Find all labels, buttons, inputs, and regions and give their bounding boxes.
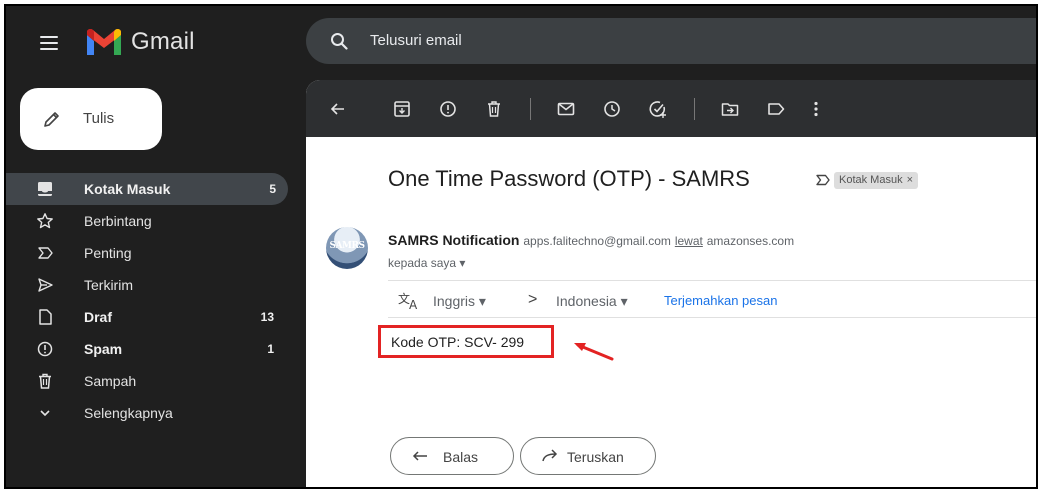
star-icon (37, 213, 53, 229)
inbox-icon (38, 182, 52, 196)
spam-count: 1 (267, 342, 274, 356)
important-marker-icon[interactable] (815, 172, 831, 188)
sidebar-item-label: Berbintang (84, 213, 152, 229)
search-icon[interactable] (330, 32, 348, 50)
divider (388, 280, 1036, 281)
toolbar-divider (694, 98, 695, 120)
sender-domain: amazonses.com (706, 234, 795, 248)
app-header: Gmail (6, 6, 306, 80)
compose-button[interactable]: Tulis (20, 88, 162, 150)
translate-bar: 文 A Inggris ▾ > Indonesia ▾ Terjemahkan … (396, 290, 1036, 314)
snooze-icon[interactable] (602, 99, 622, 119)
sidebar-item-label: Penting (84, 245, 132, 261)
trash-icon (39, 373, 51, 389)
svg-text:A: A (409, 298, 418, 311)
recipient-details-toggle[interactable]: kepada saya ▾ (388, 256, 465, 270)
mark-unread-icon[interactable] (556, 99, 576, 119)
report-spam-icon[interactable] (438, 99, 458, 119)
message-toolbar (306, 80, 1036, 137)
sender-avatar: SAMRS (326, 227, 368, 269)
translate-icon: 文 A (398, 291, 418, 311)
label-chip-text: Kotak Masuk (839, 174, 903, 186)
sidebar-item-starred[interactable]: Berbintang (6, 205, 288, 237)
otp-highlight-box: Kode OTP: SCV- 299 (378, 325, 554, 358)
sidebar-nav: Kotak Masuk 5 Berbintang Penting Terkiri… (6, 173, 292, 429)
draft-count: 13 (260, 310, 274, 324)
more-vert-icon[interactable] (806, 99, 826, 119)
toolbar-divider (530, 98, 531, 120)
chevron-down-icon (40, 410, 50, 417)
message-body-text: Kode OTP: SCV- 299 (391, 334, 525, 350)
archive-icon[interactable] (392, 99, 412, 119)
sidebar-item-label: Spam (84, 341, 123, 357)
main-menu-icon[interactable] (40, 36, 58, 50)
sender-email: apps.falitechno@gmail.com (523, 234, 671, 248)
translate-from-select[interactable]: Inggris ▾ (433, 293, 486, 310)
forward-label: Teruskan (567, 449, 624, 465)
reply-button[interactable]: Balas (390, 437, 514, 475)
search-input[interactable]: Telusuri email (370, 32, 462, 49)
sender-name: SAMRS Notification (388, 232, 520, 248)
divider (388, 317, 1036, 318)
annotation-arrow-icon (574, 343, 614, 361)
sidebar-item-inbox[interactable]: Kotak Masuk 5 (6, 173, 288, 205)
gmail-logo-icon[interactable] (85, 28, 123, 58)
sidebar-item-drafts[interactable]: Draf 13 (6, 301, 288, 333)
avatar-logo-text: SAMRS (329, 241, 365, 251)
send-icon (38, 278, 53, 292)
sender-via-link[interactable]: lewat (675, 234, 703, 248)
pencil-icon (44, 112, 59, 127)
gmail-window: Gmail Tulis Kotak Masuk 5 Berbintang Pen… (4, 4, 1038, 489)
sidebar-item-label: Kotak Masuk (84, 181, 171, 197)
forward-icon (542, 449, 558, 462)
sidebar-item-label: Selengkapnya (84, 405, 173, 421)
compose-label: Tulis (83, 110, 115, 127)
delete-icon[interactable] (484, 99, 504, 119)
reply-icon (412, 451, 427, 461)
label-icon[interactable] (766, 99, 786, 119)
unread-count: 5 (269, 182, 276, 196)
forward-button[interactable]: Teruskan (520, 437, 656, 475)
sidebar-item-important[interactable]: Penting (6, 237, 288, 269)
draft-icon (39, 309, 52, 325)
add-task-icon[interactable] (648, 99, 668, 119)
app-name: Gmail (131, 28, 195, 55)
sidebar-item-spam[interactable]: Spam 1 (6, 333, 288, 365)
move-to-icon[interactable] (720, 99, 740, 119)
spam-icon (37, 341, 53, 357)
sidebar-item-more[interactable]: Selengkapnya (6, 397, 288, 429)
translate-to-select[interactable]: Indonesia ▾ (556, 293, 628, 310)
sidebar-item-sent[interactable]: Terkirim (6, 269, 288, 301)
message-content: One Time Password (OTP) - SAMRS Kotak Ma… (306, 137, 1036, 487)
important-icon (38, 247, 53, 259)
sender-line: SAMRS Notification apps.falitechno@gmail… (388, 232, 794, 248)
reply-label: Balas (443, 449, 479, 465)
sidebar-item-label: Draf (84, 309, 113, 325)
translate-message-link[interactable]: Terjemahkan pesan (664, 293, 777, 308)
message-panel: One Time Password (OTP) - SAMRS Kotak Ma… (306, 80, 1036, 487)
inbox-label-chip: Kotak Masuk × (834, 172, 919, 189)
sidebar-item-label: Sampah (84, 373, 137, 389)
search-bar[interactable]: Telusuri email (306, 18, 1036, 64)
message-subject: One Time Password (OTP) - SAMRS (388, 166, 750, 191)
sidebar-item-label: Terkirim (84, 277, 133, 293)
remove-label-icon[interactable]: × (907, 174, 913, 186)
back-arrow-icon[interactable] (328, 99, 348, 119)
translate-arrow: > (528, 291, 538, 308)
sidebar-item-trash[interactable]: Sampah (6, 365, 288, 397)
